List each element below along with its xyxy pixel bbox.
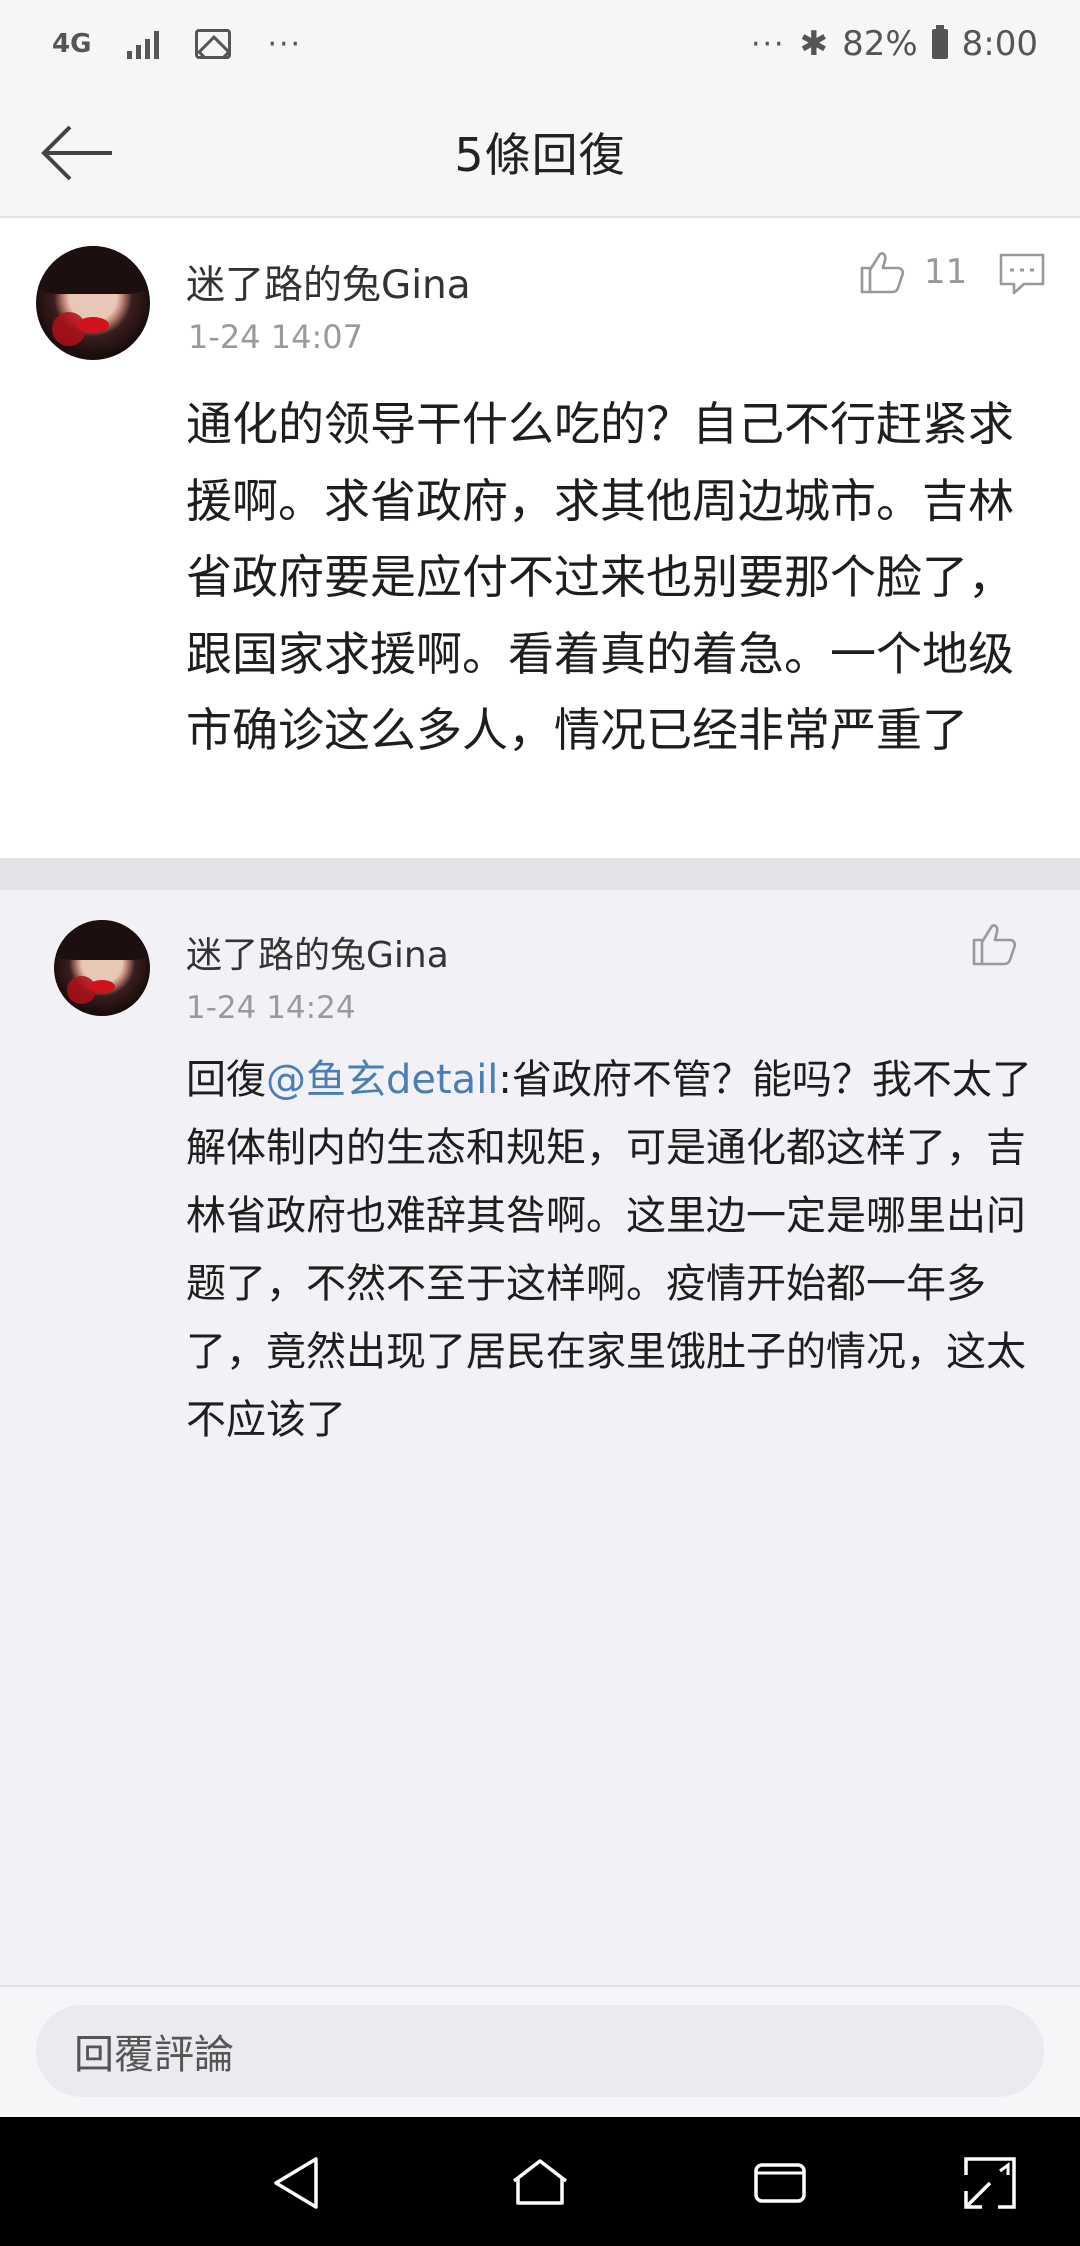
triangle-back-icon (274, 2157, 318, 2209)
reply-prefix: 回復 (186, 1057, 266, 1103)
bluetooth-icon: ✱ (799, 24, 829, 64)
nav-back-button[interactable] (270, 2153, 330, 2213)
main-comment: 迷了路的兔Gina 1-24 14:07 11 通化的领导干什么吃的？自己不行赶… (0, 218, 1080, 858)
reply-input[interactable]: 回覆評論 (36, 2005, 1044, 2097)
reply-button[interactable] (998, 252, 1046, 296)
page-title: 5條回復 (454, 128, 626, 182)
divider (0, 858, 1080, 890)
comment-icon (999, 253, 1045, 295)
reply-text: 回復@鱼玄detail:省政府不管？能吗？我不太了解体制内的生态和规矩，可是通化… (186, 1046, 1036, 1454)
bottom-bar: 回覆評論 (0, 1985, 1080, 2117)
nav-home-button[interactable] (510, 2153, 570, 2213)
status-bar: 4G ··· ··· ✱ 82% 8:00 (0, 0, 1080, 88)
battery-icon (931, 25, 948, 59)
nav-expand-button[interactable] (960, 2153, 1020, 2213)
mention-link[interactable]: @鱼玄detail (266, 1057, 498, 1103)
image-icon (195, 29, 232, 59)
thumbs-up-icon (860, 252, 905, 294)
avatar[interactable] (36, 246, 150, 360)
battery-percent: 82% (842, 24, 918, 64)
clock: 8:00 (961, 24, 1038, 64)
more-dots-icon: ··· (267, 26, 303, 62)
avatar[interactable] (54, 920, 150, 1016)
like-button[interactable]: 11 (858, 248, 967, 296)
signal-icon (127, 29, 160, 59)
like-count: 11 (924, 252, 968, 292)
header: 5條回復 (0, 88, 1080, 218)
timestamp: 1-24 14:24 (186, 990, 356, 1026)
arrow-left-icon (41, 125, 112, 181)
more-dots-icon: ··· (750, 26, 786, 62)
reply-body: :省政府不管？能吗？我不太了解体制内的生态和规矩，可是通化都这样了，吉林省政府也… (186, 1057, 1032, 1443)
home-icon (512, 2159, 568, 2205)
nav-recents-button[interactable] (750, 2153, 810, 2213)
comment-text: 通化的领导干什么吃的？自己不行赶紧求援啊。求省政府，求其他周边城市。吉林省政府要… (186, 397, 1014, 757)
thumbs-up-icon (972, 924, 1017, 966)
reply-comment: 迷了路的兔Gina 1-24 14:24 回復@鱼玄detail:省政府不管？能… (0, 890, 1080, 1985)
network-indicator: 4G (52, 29, 92, 59)
username[interactable]: 迷了路的兔Gina (186, 926, 449, 978)
recents-icon (754, 2163, 806, 2203)
nav-bar (0, 2117, 1080, 2246)
like-button[interactable] (970, 920, 1018, 968)
back-button[interactable] (40, 120, 120, 186)
timestamp: 1-24 14:07 (188, 318, 364, 356)
expand-icon (964, 2157, 1016, 2209)
username[interactable]: 迷了路的兔Gina (186, 254, 471, 310)
